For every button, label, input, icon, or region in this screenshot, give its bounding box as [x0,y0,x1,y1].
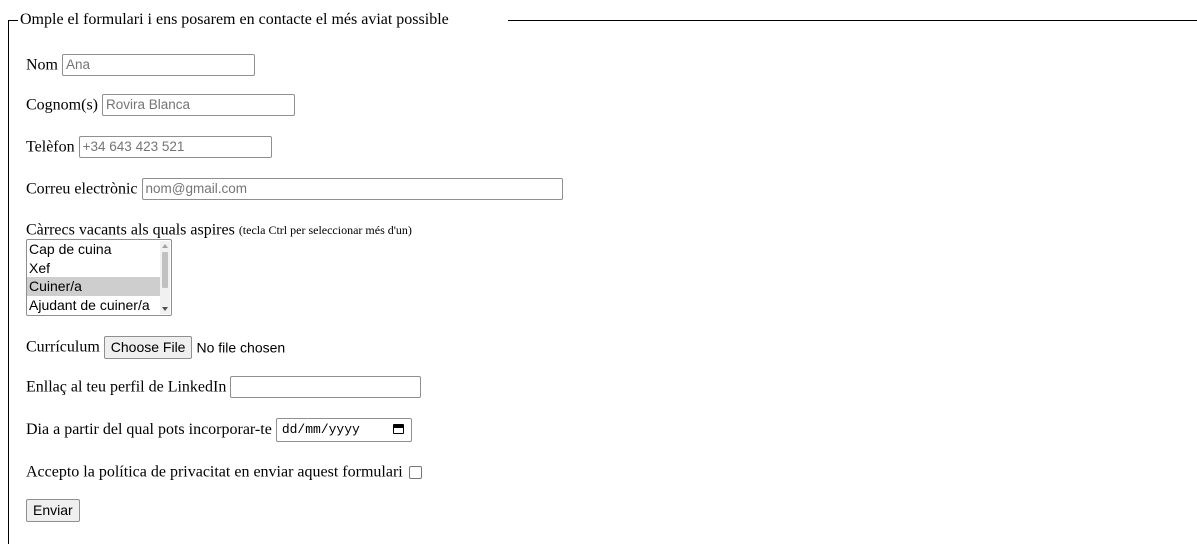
calendar-icon[interactable] [392,424,404,434]
fieldset-border-left [8,20,9,544]
form-legend: Omple el formulari i ens posarem en cont… [20,11,449,28]
date-input[interactable]: dd/mm/yyyy [275,418,412,442]
telefon-input[interactable]: +34 643 423 521 [78,136,272,159]
cognoms-row: Cognom(s) Rovira Blanca [26,94,295,117]
correu-label: Correu electrònic [26,180,138,198]
carrecs-option[interactable]: Ajudant de cuiner/a [27,296,161,315]
choose-file-button[interactable]: Choose File [103,336,193,359]
carrecs-scrollbar[interactable] [160,241,170,314]
privacitat-row: Accepto la política de privacitat en env… [26,461,422,483]
carrecs-select[interactable]: Cap de cuina Xef Cuiner/a Ajudant de cui… [26,239,172,316]
telefon-row: Telèfon +34 643 423 521 [26,136,272,159]
telefon-label: Telèfon [26,138,75,156]
scroll-up-arrow-icon[interactable] [162,244,168,248]
privacitat-checkbox[interactable] [408,465,422,479]
fieldset-border-top-right [508,20,1197,21]
scroll-thumb[interactable] [162,252,168,288]
carrecs-option[interactable]: Cap de cuina [27,240,161,259]
file-status: No file chosen [196,339,286,356]
nom-input[interactable]: Ana [62,54,255,77]
carrecs-label-row: Càrrecs vacants als quals aspires (tecla… [26,219,412,241]
linkedin-label: Enllaç al teu perfil de LinkedIn [26,378,227,396]
carrecs-option[interactable]: Xef [27,259,161,278]
curriculum-row: Currículum Choose File No file chosen [26,336,285,359]
correu-row: Correu electrònic nom@gmail.com [26,178,563,201]
date-placeholder: dd/mm/yyyy [281,422,360,437]
linkedin-input[interactable] [230,376,422,399]
cognoms-input[interactable]: Rovira Blanca [102,94,295,117]
nom-label: Nom [26,56,58,74]
carrecs-hint: (tecla Ctrl per seleccionar més d'un) [238,223,412,237]
linkedin-row: Enllaç al teu perfil de LinkedIn [26,376,422,399]
scroll-down-arrow-icon[interactable] [162,307,168,311]
submit-row: Enviar [26,499,80,522]
nom-row: Nom Ana [26,54,255,77]
carrecs-option-selected[interactable]: Cuiner/a [27,277,161,296]
dia-label: Dia a partir del qual pots incorporar-te [26,421,272,438]
dia-row: Dia a partir del qual pots incorporar-te… [26,418,412,442]
carrecs-label: Càrrecs vacants als quals aspires [26,221,235,239]
fieldset-border-top-left [8,20,18,21]
enviar-button[interactable]: Enviar [26,499,80,522]
curriculum-label: Currículum [26,338,100,356]
correu-input[interactable]: nom@gmail.com [141,178,563,201]
privacitat-label: Accepto la política de privacitat en env… [26,463,403,481]
cognoms-label: Cognom(s) [26,96,98,114]
